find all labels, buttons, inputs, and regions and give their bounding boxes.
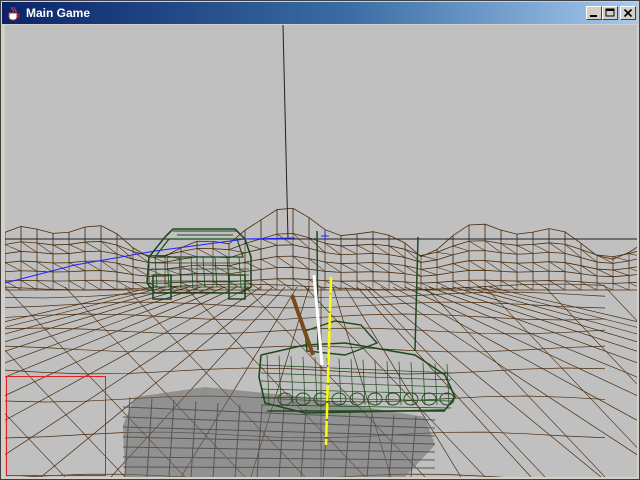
java-coffee-cup-icon xyxy=(6,5,22,21)
vertical-axis-line xyxy=(282,25,289,240)
game-viewport[interactable] xyxy=(5,25,637,477)
game-window: Main Game xyxy=(0,0,640,480)
window-title: Main Game xyxy=(26,6,91,20)
close-icon xyxy=(623,8,633,18)
tank-shadow xyxy=(122,387,436,477)
title-bar[interactable]: Main Game xyxy=(2,2,638,24)
close-button[interactable] xyxy=(620,6,636,20)
minimize-button[interactable] xyxy=(586,6,602,20)
maximize-button[interactable] xyxy=(602,6,618,20)
maximize-icon xyxy=(605,8,615,17)
minimap-frame xyxy=(6,376,106,476)
minimize-icon xyxy=(590,15,597,17)
